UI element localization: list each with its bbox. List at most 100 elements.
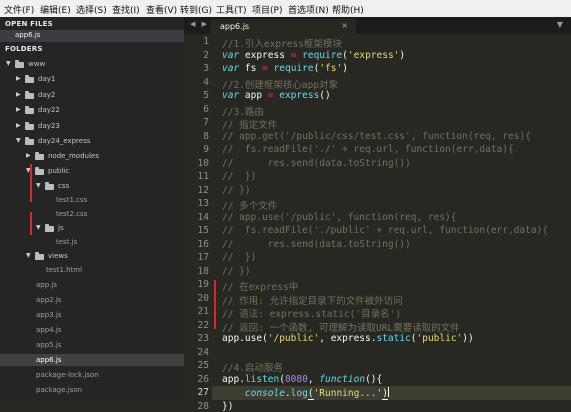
- tree-item-label: test1.css: [56, 196, 88, 204]
- folder-icon: [15, 60, 24, 68]
- menu-tools[interactable]: 工具(T): [216, 3, 247, 16]
- code-line[interactable]: // 多个文件: [222, 198, 277, 212]
- menu-file[interactable]: 文件(F): [4, 3, 34, 16]
- menu-project[interactable]: 项目(P): [252, 3, 282, 16]
- close-icon[interactable]: ×: [341, 21, 348, 30]
- tree-file-app5-js[interactable]: app5.js: [0, 339, 184, 351]
- code-line[interactable]: //4.启动服务: [222, 360, 283, 374]
- folder-icon: [35, 252, 44, 260]
- tree-folder-day2[interactable]: ▶ day2: [0, 89, 184, 101]
- code-line[interactable]: // 语法: express.static('目录名'): [222, 306, 401, 320]
- menu-help[interactable]: 帮助(H): [332, 3, 364, 16]
- tree-file-app4-js[interactable]: app4.js: [0, 324, 184, 336]
- tree-file-app-js[interactable]: app.js: [0, 279, 184, 291]
- line-number: 21: [197, 306, 209, 317]
- chevron-down-icon[interactable]: ▼: [16, 137, 21, 144]
- menu-view[interactable]: 查看(V): [146, 3, 177, 16]
- code-line[interactable]: app.listen(8080, function(){: [222, 374, 382, 385]
- tree-file-package-lock-json[interactable]: package-lock.json: [0, 369, 184, 381]
- code-line[interactable]: // }): [222, 266, 251, 277]
- chevron-right-icon[interactable]: ▶: [16, 106, 21, 113]
- code-line[interactable]: // res.send(data.toString()): [222, 158, 411, 169]
- code-line[interactable]: console.log('Running...'): [222, 387, 389, 400]
- tree-folder-public[interactable]: ▼ public: [0, 165, 184, 177]
- line-number: 11: [197, 171, 209, 182]
- code-line[interactable]: var fs = require('fs'): [222, 63, 348, 74]
- open-file-item[interactable]: app6.js: [0, 30, 184, 42]
- tree-folder-js[interactable]: ▼ js: [0, 222, 184, 234]
- tree-item-label: app.js: [36, 281, 57, 289]
- tree-file-test1-html[interactable]: test1.html: [0, 264, 184, 276]
- code-line[interactable]: // app.use('/public', function(req, res)…: [222, 212, 457, 223]
- tree-file-app3-js[interactable]: app3.js: [0, 309, 184, 321]
- code-line[interactable]: // }): [222, 252, 256, 263]
- menu-edit[interactable]: 编辑(E): [40, 3, 71, 16]
- line-number: 4: [203, 76, 209, 88]
- tree-file-test2-css[interactable]: test2.css: [0, 208, 184, 220]
- line-number: 25: [197, 360, 209, 371]
- tree-folder-day1[interactable]: ▶ day1: [0, 73, 184, 85]
- line-number: 22: [197, 319, 209, 331]
- code-line[interactable]: // 在express中: [222, 279, 298, 293]
- line-number: 5: [203, 90, 209, 101]
- chevron-right-icon[interactable]: ▶: [26, 152, 31, 159]
- tree-file-package-json[interactable]: package.json: [0, 384, 184, 396]
- code-line[interactable]: // }): [222, 185, 251, 196]
- menu-preferences[interactable]: 首选项(N): [288, 3, 329, 16]
- chevron-down-icon[interactable]: ▼: [36, 224, 41, 231]
- tree-folder-views[interactable]: ▼ views: [0, 250, 184, 262]
- chevron-down-icon[interactable]: ▼: [6, 60, 11, 67]
- tab-app6-js[interactable]: app6.js ×: [210, 19, 356, 34]
- chevron-right-icon[interactable]: ▶: [16, 122, 21, 129]
- annotation-marker: [214, 280, 216, 329]
- code-line[interactable]: // fs.readFile('./public' + req.url, fun…: [222, 225, 548, 236]
- code-line[interactable]: // 返回: 一个函数, 可理解为读取URL需要读取的文件: [222, 320, 460, 334]
- tree-folder-www[interactable]: ▼ www: [0, 58, 184, 70]
- code-line[interactable]: var app = express(): [222, 90, 331, 101]
- line-number: 12: [197, 184, 209, 196]
- folder-icon: [45, 182, 54, 190]
- code-line[interactable]: // app.get('/public/css/test.css', funct…: [222, 131, 531, 142]
- line-number: 6: [203, 103, 209, 115]
- tree-file-app6-js[interactable]: app6.js: [0, 354, 184, 366]
- tree-item-label: app6.js: [36, 356, 62, 364]
- code-line[interactable]: }): [222, 401, 233, 412]
- code-line[interactable]: // }): [222, 171, 256, 182]
- tree-folder-day22[interactable]: ▶ day22: [0, 104, 184, 116]
- tree-folder-css[interactable]: ▼ css: [0, 180, 184, 192]
- code-line[interactable]: var express = require('express'): [222, 50, 405, 61]
- code-line[interactable]: //2.创建框架核心app对象: [222, 77, 338, 91]
- open-files-header: OPEN FILES: [5, 20, 53, 28]
- tree-item-label: day24_express: [38, 137, 91, 145]
- code-line[interactable]: // res.send(data.toString()): [222, 239, 411, 250]
- tree-folder-day24-express[interactable]: ▼ day24_express: [0, 135, 184, 147]
- chevron-down-icon[interactable]: ▼: [36, 182, 41, 189]
- tree-file-app2-js[interactable]: app2.js: [0, 294, 184, 306]
- line-number: 18: [197, 265, 209, 277]
- code-line[interactable]: app.use('/public', express.static('publi…: [222, 333, 474, 344]
- chevron-down-icon[interactable]: ▼: [26, 252, 31, 259]
- code-line[interactable]: //1.引入express框架模块: [222, 36, 342, 50]
- tree-folder-day23[interactable]: ▶ day23: [0, 120, 184, 132]
- menu-selection[interactable]: 选择(S): [76, 3, 107, 16]
- tree-item-label: www: [28, 60, 46, 68]
- code-line[interactable]: // 指定文件: [222, 117, 277, 131]
- code-line[interactable]: //3.路由: [222, 104, 264, 118]
- code-line[interactable]: // fs.readFile('./' + req.url, function(…: [222, 144, 514, 155]
- text-caret: [387, 387, 389, 397]
- code-editor[interactable]: 1 2 3 4 5 6 7 8 9 10 11 12 13 14 15 16 17 18 19 20 21 22 23 24 2…: [184, 34, 571, 412]
- menu-find[interactable]: 查找(I): [112, 3, 140, 16]
- chevron-right-icon[interactable]: ▶: [16, 91, 21, 98]
- tree-item-label: day22: [38, 106, 60, 114]
- tree-item-label: views: [48, 252, 68, 260]
- tree-file-test-js[interactable]: test.js: [0, 236, 184, 248]
- chevron-down-icon[interactable]: ▼: [557, 20, 563, 29]
- code-line[interactable]: // 作用: 允许指定目录下的文件被外访问: [222, 293, 403, 307]
- menu-goto[interactable]: 转到(G): [180, 3, 212, 16]
- sidebar: OPEN FILES app6.js FOLDERS ▼ www ▶ day1 ▶ day…: [0, 17, 184, 400]
- tree-file-test1-css[interactable]: test1.css: [0, 194, 184, 206]
- tree-folder-node-modules[interactable]: ▶ node_modules: [0, 150, 184, 162]
- chevron-right-icon[interactable]: ▶: [16, 75, 21, 82]
- line-number: 17: [197, 252, 209, 263]
- tab-nav-arrows[interactable]: ◀ ▶: [190, 20, 209, 28]
